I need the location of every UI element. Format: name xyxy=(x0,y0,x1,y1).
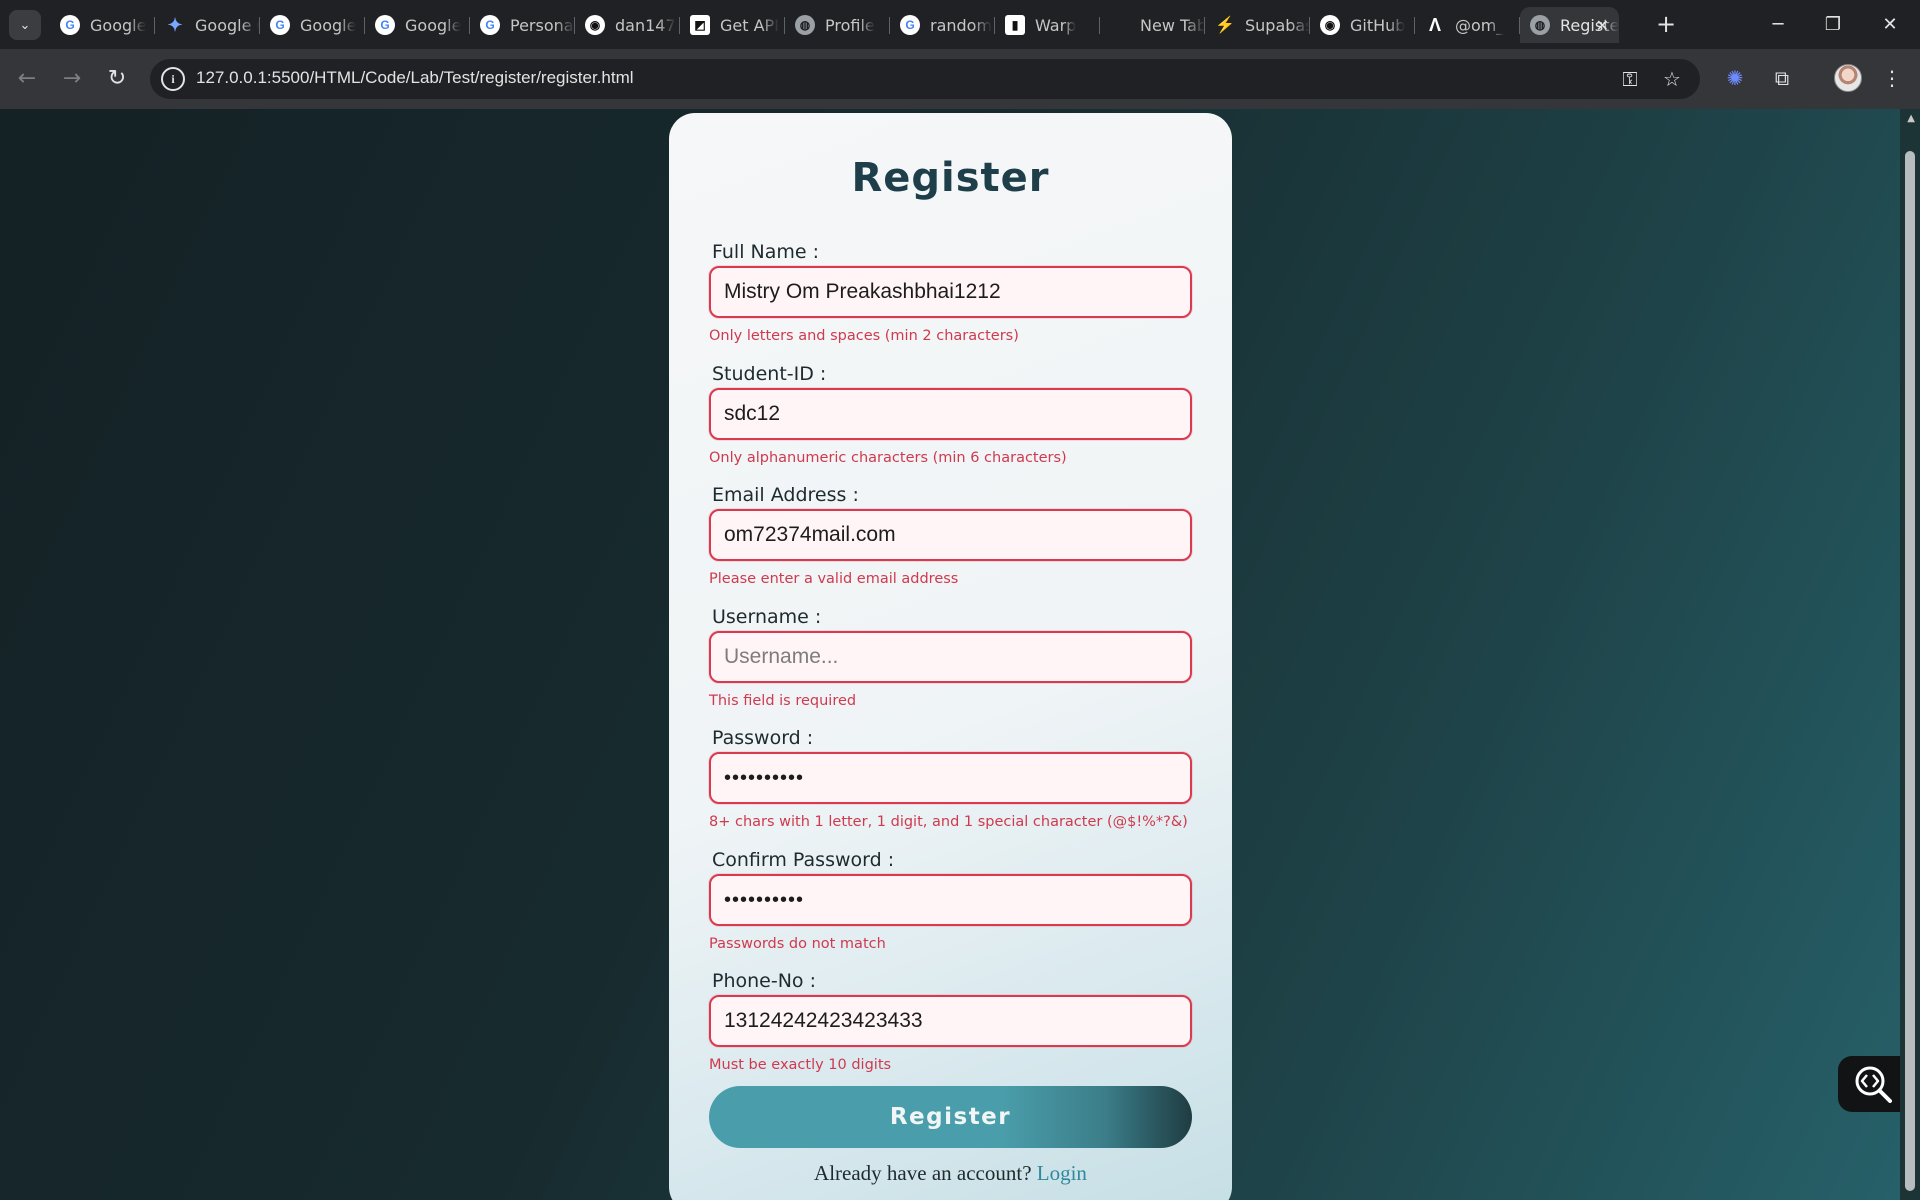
email-input[interactable] xyxy=(709,509,1192,561)
browser-tab-active[interactable]: ◍Register✕ xyxy=(1520,7,1619,43)
google-icon: G xyxy=(375,15,395,35)
register-button[interactable]: Register xyxy=(709,1086,1192,1148)
page-viewport: Register Full Name : Only letters and sp… xyxy=(0,109,1920,1200)
minimize-window-button[interactable]: ─ xyxy=(1758,10,1798,38)
confirm-password-input[interactable] xyxy=(709,874,1192,926)
tab-list: GGoogle ✦Google Gemini GGoogle GGoogle G… xyxy=(50,7,1619,43)
inspect-tool-button[interactable] xyxy=(1838,1056,1908,1112)
back-button[interactable]: ← xyxy=(10,61,44,95)
password-key-icon[interactable]: ⚿ xyxy=(1616,65,1644,93)
api-icon: ◩ xyxy=(690,15,710,35)
bookmark-star-icon[interactable]: ☆ xyxy=(1658,65,1686,93)
register-card: Register Full Name : Only letters and sp… xyxy=(669,113,1232,1200)
google-icon: G xyxy=(900,15,920,35)
address-bar[interactable]: i 127.0.0.1:5500/HTML/Code/Lab/Test/regi… xyxy=(150,59,1700,99)
forward-button[interactable]: → xyxy=(55,61,89,95)
password-error: 8+ chars with 1 letter, 1 digit, and 1 s… xyxy=(709,814,1188,830)
page-scrollbar[interactable]: ▲ xyxy=(1900,109,1920,1200)
reload-button[interactable]: ↻ xyxy=(100,61,134,95)
warp-icon: ▮ xyxy=(1005,15,1025,35)
browser-tab[interactable]: G Personal xyxy=(470,7,575,43)
full-name-label: Full Name : xyxy=(712,241,820,263)
blank-icon xyxy=(1110,15,1130,35)
site-info-icon[interactable]: i xyxy=(161,67,185,91)
browser-tab[interactable]: G Google xyxy=(260,7,365,43)
new-tab-button[interactable]: + xyxy=(1651,9,1681,39)
close-icon: ✕ xyxy=(1882,13,1898,35)
close-tab-icon[interactable]: ✕ xyxy=(1596,16,1609,35)
username-input[interactable] xyxy=(709,631,1192,683)
full-name-input[interactable] xyxy=(709,266,1192,318)
arrow-left-icon: ← xyxy=(17,65,37,91)
email-label: Email Address : xyxy=(712,484,859,506)
google-icon: G xyxy=(270,15,290,35)
minimize-icon: ─ xyxy=(1772,13,1784,35)
phone-input[interactable] xyxy=(709,995,1192,1047)
password-input[interactable] xyxy=(709,752,1192,804)
student-id-input[interactable] xyxy=(709,388,1192,440)
confirm-password-error: Passwords do not match xyxy=(709,936,886,952)
github-icon: ◉ xyxy=(1320,15,1340,35)
browser-tab[interactable]: ✦Google Gemini xyxy=(155,7,260,43)
student-id-error: Only alphanumeric characters (min 6 char… xyxy=(709,450,1067,466)
browser-tab[interactable]: Grandom xyxy=(890,7,995,43)
browser-tab[interactable]: G Google xyxy=(50,7,155,43)
restore-icon: ❐ xyxy=(1824,13,1842,35)
browser-tab[interactable]: ▮ Warp xyxy=(995,7,1100,43)
extensions-puzzle-icon[interactable]: ⧉ xyxy=(1766,62,1798,94)
google-icon: G xyxy=(480,15,500,35)
login-prompt-text: Already have an account? xyxy=(814,1161,1032,1185)
username-error: This field is required xyxy=(709,693,857,709)
browser-tab[interactable]: ⚡Supabase xyxy=(1205,7,1310,43)
globe-icon: ◍ xyxy=(795,15,815,35)
browser-tab-strip: ⌄ GGoogle ✦Google Gemini GGoogle GGoogle… xyxy=(0,0,1920,49)
globe-icon: ◍ xyxy=(1530,15,1550,35)
restore-window-button[interactable]: ❐ xyxy=(1813,10,1853,38)
arrow-right-icon: → xyxy=(62,65,82,91)
plus-icon: + xyxy=(1655,10,1677,38)
confirm-password-label: Confirm Password : xyxy=(712,849,895,871)
code-search-icon xyxy=(1855,1066,1892,1103)
page-title: Register xyxy=(851,155,1050,201)
student-id-label: Student-ID : xyxy=(712,363,827,385)
login-link[interactable]: Login xyxy=(1037,1161,1087,1185)
phone-error: Must be exactly 10 digits xyxy=(709,1057,892,1073)
browser-tab[interactable]: New Tab xyxy=(1100,7,1205,43)
address-url[interactable]: 127.0.0.1:5500/HTML/Code/Lab/Test/regist… xyxy=(196,68,634,88)
google-icon: G xyxy=(60,15,80,35)
full-name-error: Only letters and spaces (min 2 character… xyxy=(709,328,1019,344)
scroll-up-icon[interactable]: ▲ xyxy=(1907,113,1915,124)
email-error: Please enter a valid email address xyxy=(709,571,959,587)
username-label: Username : xyxy=(712,606,822,628)
browser-tab[interactable]: ◉ GitHub xyxy=(1310,7,1415,43)
github-icon: ◉ xyxy=(585,15,605,35)
browser-menu-icon[interactable]: ⋮ xyxy=(1876,62,1908,94)
supabase-icon: ⚡ xyxy=(1215,17,1235,34)
browser-tab[interactable]: Λ @om_ xyxy=(1415,7,1520,43)
browser-tab[interactable]: ◉ dan147 xyxy=(575,7,680,43)
browser-tab[interactable]: ◍ Profile xyxy=(785,7,890,43)
password-label: Password : xyxy=(712,727,814,749)
phone-label: Phone-No : xyxy=(712,970,816,992)
profile-avatar[interactable] xyxy=(1834,64,1862,92)
chevron-down-icon: ⌄ xyxy=(19,17,31,33)
browser-tab[interactable]: ◩ Get API xyxy=(680,7,785,43)
gemini-icon: ✦ xyxy=(167,14,183,35)
browser-toolbar: ← → ↻ i 127.0.0.1:5500/HTML/Code/Lab/Tes… xyxy=(0,49,1920,109)
browser-tab[interactable]: G Google xyxy=(365,7,470,43)
lambda-icon: Λ xyxy=(1428,14,1441,35)
tab-search-button[interactable]: ⌄ xyxy=(9,10,41,40)
scroll-thumb[interactable] xyxy=(1905,151,1915,1191)
login-prompt: Already have an account? Login xyxy=(669,1161,1232,1186)
extension-icon[interactable]: ✺ xyxy=(1719,62,1751,94)
close-window-button[interactable]: ✕ xyxy=(1870,10,1910,38)
reload-icon: ↻ xyxy=(107,65,127,91)
